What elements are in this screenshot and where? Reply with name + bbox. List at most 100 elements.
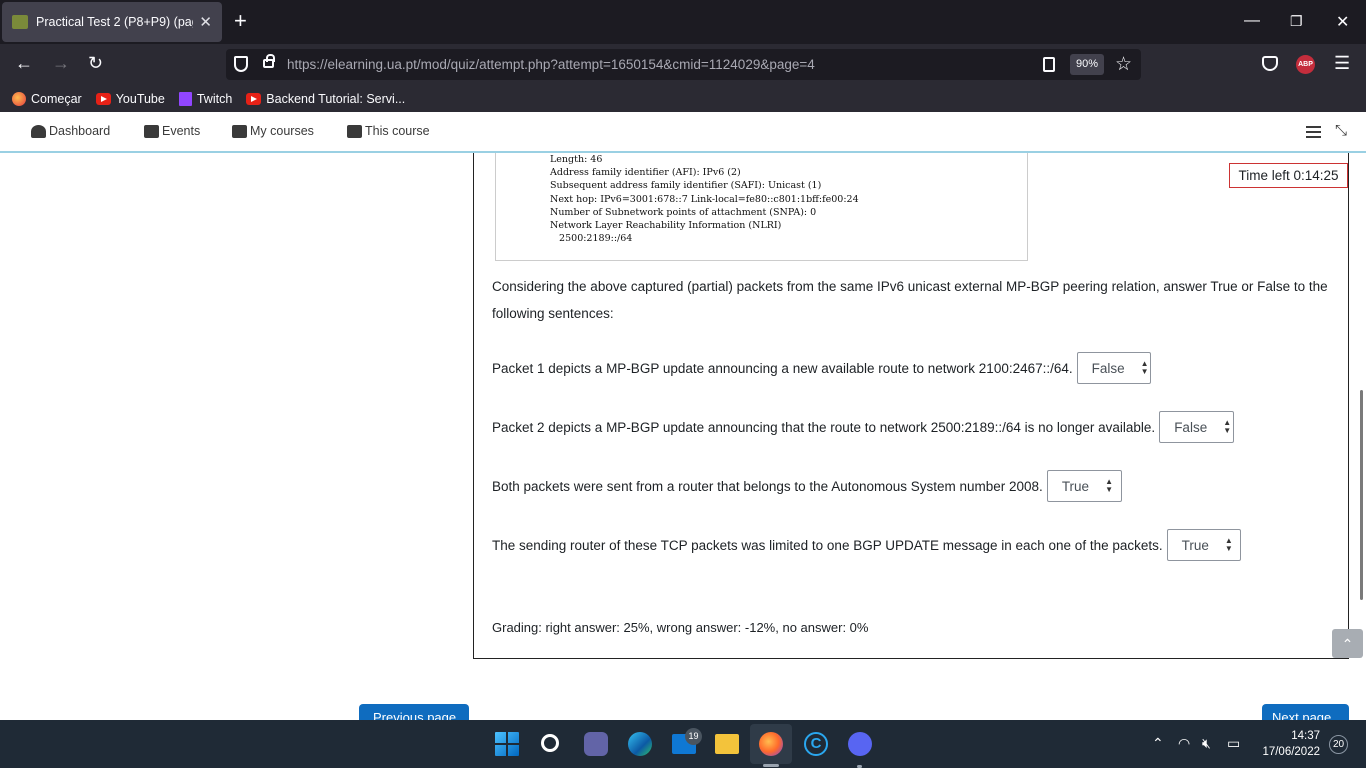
bookmark-twitch[interactable]: Twitch [178,91,233,106]
selected-answer: False [1091,360,1125,376]
code-line: Network Layer Reachability Information (… [550,220,782,232]
select-arrows-icon: ▲ ▼ [1224,536,1233,553]
selected-answer: True [1181,537,1209,553]
battery-icon[interactable]: ▭ [1227,735,1240,752]
scroll-to-top-button[interactable]: ⌃ [1332,629,1363,658]
select-arrows-icon: ▲ ▼ [1223,418,1232,435]
tab-bar: Practical Test 2 (P8+P9) (page 5 ✕ + — ❐… [0,0,1366,44]
search-icon[interactable] [541,734,559,752]
notification-count[interactable]: 20 [1329,735,1348,754]
youtube-icon [95,92,111,105]
restore-icon[interactable]: ❐ [1290,13,1303,30]
bookmark-label: Twitch [196,91,233,106]
windows-taskbar: 19 C ⌃ ◠ 🔇︎ ▭ 14:37 17/06/2022 20 [0,720,1366,768]
lock-icon[interactable] [263,54,275,68]
nav-events-label: Events [162,124,201,138]
browser-tab[interactable]: Practical Test 2 (P8+P9) (page 5 ✕ [2,2,222,42]
statement-4: The sending router of these TCP packets … [492,529,1241,561]
close-tab-icon[interactable]: ✕ [199,13,212,31]
clock-time: 14:37 [1291,730,1320,742]
new-tab-button[interactable]: + [234,10,247,32]
url-bar[interactable]: https://elearning.ua.pt/mod/quiz/attempt… [226,49,1141,80]
code-line: Address family identifier (AFI): IPv6 (2… [550,167,741,179]
moodle-navbar: Dashboard Events My courses This course … [0,112,1366,153]
packet-capture-text: Length: 46 Address family identifier (AFI… [550,153,859,245]
selected-answer: False [1174,419,1208,435]
statement-text: Both packets were sent from a router tha… [492,478,1043,494]
twitch-icon [178,91,192,106]
dashboard-icon [31,124,46,138]
bookmark-label: Backend Tutorial: Servi... [266,91,406,106]
page-scrollbar[interactable] [1360,390,1363,600]
forward-icon[interactable]: → [52,53,70,74]
tab-title: Practical Test 2 (P8+P9) (page 5 [36,15,193,29]
statement-2: Packet 2 depicts a MP-BGP update announc… [492,411,1235,443]
youtube-icon [246,92,262,105]
start-icon[interactable] [495,732,519,756]
menu-icon[interactable]: ☰ [1334,53,1350,74]
grading-text: Grading: right answer: 25%, wrong answer… [492,620,869,635]
firefox-icon[interactable] [759,732,783,756]
nav-dashboard-label: Dashboard [49,124,111,138]
sitemap-icon [347,124,362,138]
bookmark-label: Começar [31,91,82,106]
nav-this-course-label: This course [365,124,430,138]
reload-icon[interactable]: ↻ [88,53,103,74]
calendar-icon [144,124,159,138]
url-text[interactable]: https://elearning.ua.pt/mod/quiz/attempt… [287,57,815,72]
chevron-up-icon[interactable]: ⌃ [1152,735,1164,752]
statement-1: Packet 1 depicts a MP-BGP update announc… [492,352,1151,384]
collapse-icon[interactable]: ⤡ [1335,122,1347,139]
nav-dashboard[interactable]: Dashboard [31,124,110,138]
firefox-icon [12,91,26,106]
bookmark-youtube[interactable]: YouTube [95,91,165,106]
nav-events[interactable]: Events [144,124,200,138]
statement-text: Packet 2 depicts a MP-BGP update announc… [492,419,1156,435]
select-arrows-icon: ▲ ▼ [1105,477,1113,494]
nav-this-course[interactable]: This course [347,124,430,138]
nav-my-courses[interactable]: My courses [232,124,314,138]
window-close-icon[interactable]: ✕ [1336,12,1349,32]
answer-select-4[interactable]: True ▲ ▼ [1166,529,1241,561]
answer-select-2[interactable]: False ▲ ▼ [1159,411,1235,443]
edge-icon[interactable] [628,732,652,756]
briefcase-icon [232,124,247,138]
bookmark-backend-tutorial[interactable]: Backend Tutorial: Servi... [246,92,405,106]
answer-select-1[interactable]: False ▲ ▼ [1076,352,1151,384]
zoom-level[interactable]: 90% [1070,54,1104,75]
quiz-timer: Time left 0:14:25 [1229,163,1348,188]
back-icon[interactable]: ← [15,53,33,74]
question-text: Considering the above captured (partial)… [492,279,1328,321]
bookmark-star-icon[interactable]: ☆ [1115,53,1132,76]
code-line: Subsequent address family identifier (SA… [550,180,822,192]
minimize-icon[interactable]: — [1244,12,1260,30]
nav-my-courses-label: My courses [250,124,314,138]
pocket-icon[interactable] [1262,56,1278,71]
navigation-toolbar: ← → ↻ https://elearning.ua.pt/mod/quiz/a… [0,44,1366,85]
packet-capture-box: Length: 46 Address family identifier (AFI… [495,153,1028,261]
bookmark-label: YouTube [115,91,165,106]
answer-select-3[interactable]: True ▲ ▼ [1046,470,1122,502]
statement-text: Packet 1 depicts a MP-BGP update announc… [492,360,1073,376]
volume-muted-icon[interactable]: 🔇︎ [1202,735,1211,752]
select-arrows-icon: ▲ ▼ [1140,359,1149,376]
reader-view-icon[interactable] [1043,57,1055,72]
code-line: Next hop: IPv6=3001:678::7 Link-local=fe… [550,193,859,205]
code-line: 2500:2189::/64 [550,233,633,245]
adblock-plus-icon[interactable]: ABP [1296,55,1315,74]
nav-drawer-toggle-icon[interactable] [1306,126,1321,138]
statement-3: Both packets were sent from a router tha… [492,470,1122,502]
wifi-icon[interactable]: ◠ [1178,735,1190,752]
statement-text: The sending router of these TCP packets … [492,537,1163,553]
selected-answer: True [1061,478,1090,494]
file-explorer-icon[interactable] [715,734,739,754]
c-app-icon[interactable]: C [804,732,828,756]
teams-chat-icon[interactable] [584,732,608,756]
code-line: Number of Subnetwork points of attachmen… [550,206,817,218]
active-indicator [763,764,779,767]
discord-icon[interactable] [848,732,872,756]
question-container: Length: 46 Address family identifier (AFI… [473,153,1349,659]
tracking-protection-icon[interactable] [234,56,248,72]
system-clock[interactable]: 14:37 17/06/2022 [1254,728,1320,760]
bookmark-comecar[interactable]: Começar [12,91,82,106]
